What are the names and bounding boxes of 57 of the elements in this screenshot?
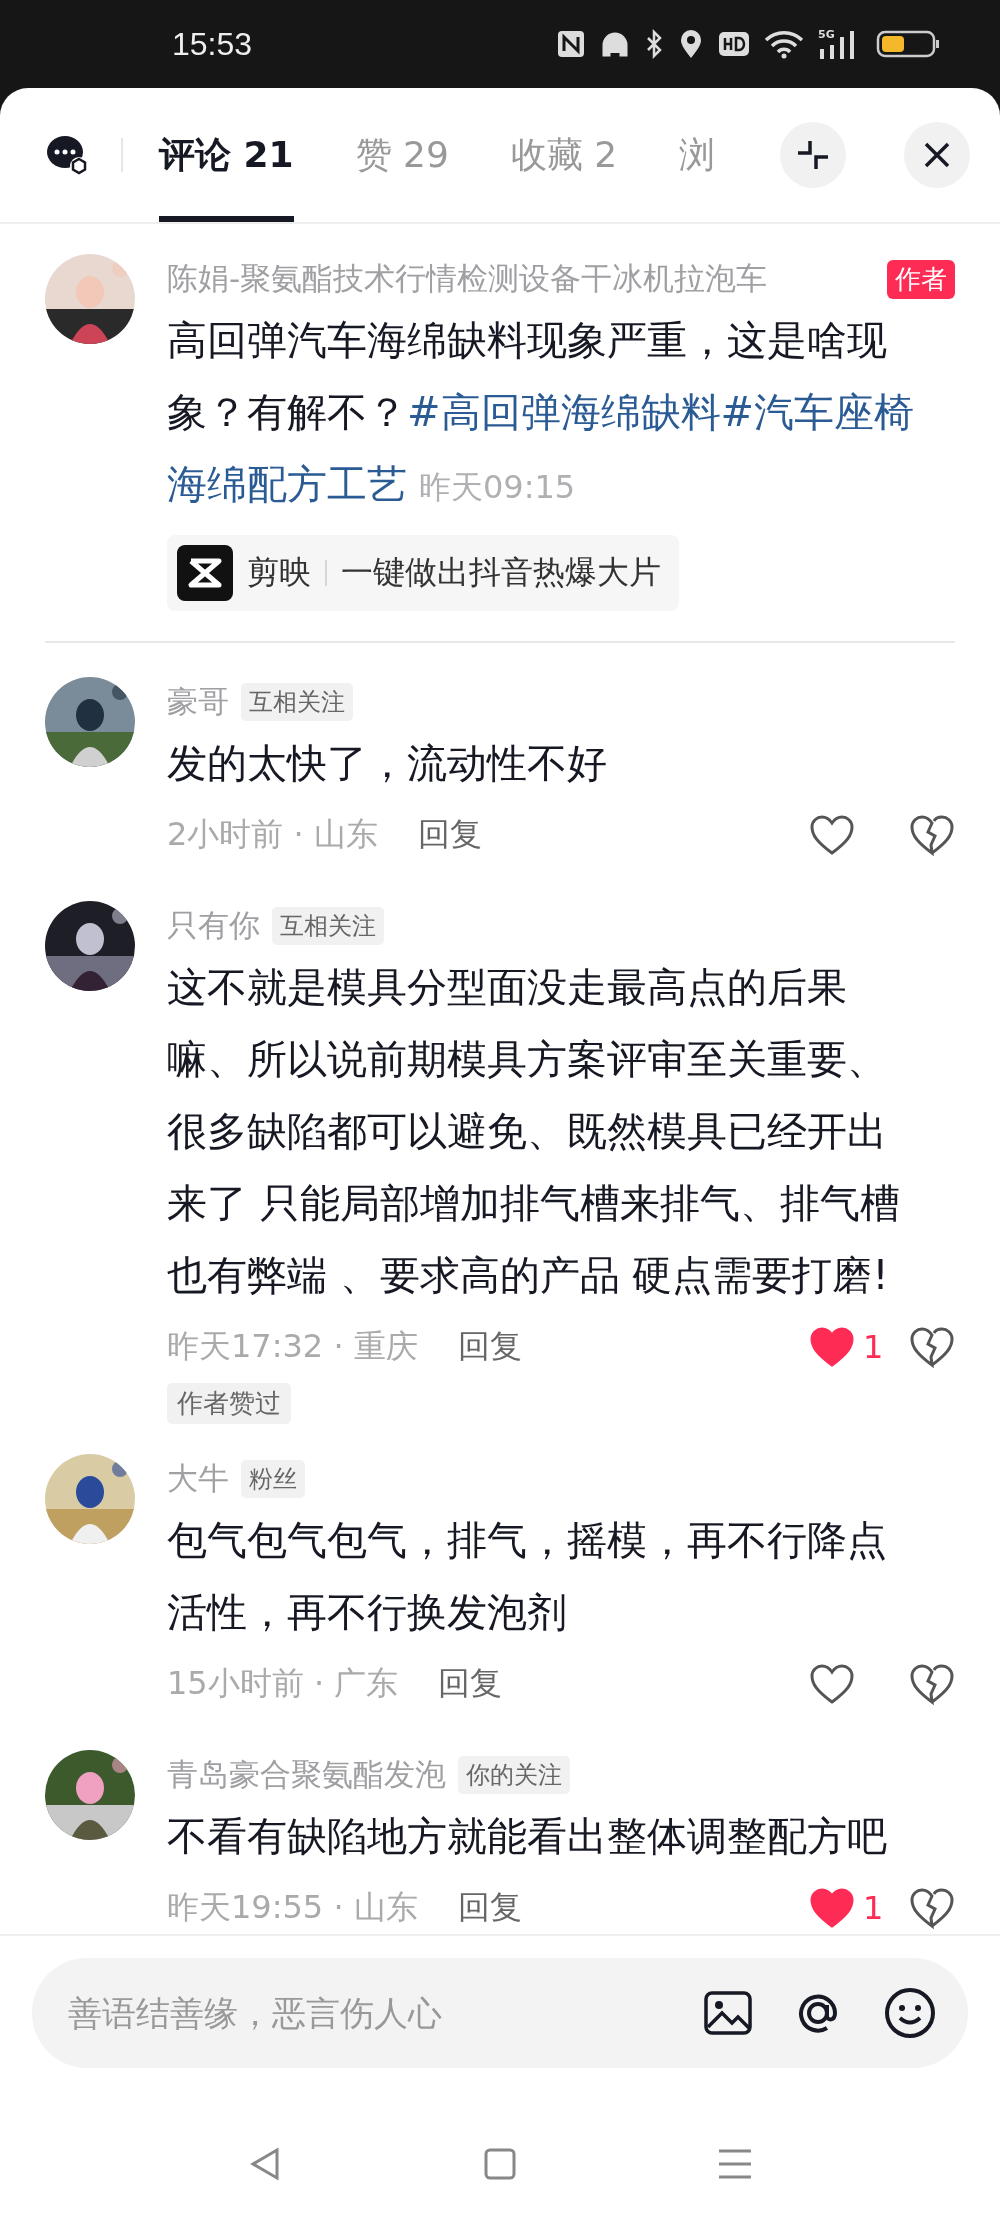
comment-meta: 昨天19:55 · 山东	[167, 1887, 418, 1928]
reply-link[interactable]: 回复	[417, 813, 482, 857]
author-name[interactable]: 陈娟-聚氨酯技术行情检测设备干冰机拉泡车	[167, 258, 768, 300]
location-icon	[678, 28, 704, 60]
clock: 15:53	[172, 25, 253, 63]
broken-heart-icon[interactable]	[909, 1887, 955, 1929]
battery-icon	[876, 29, 940, 59]
broken-heart-icon[interactable]	[909, 1663, 955, 1705]
comment-meta: 15小时前 · 广东	[167, 1663, 399, 1704]
app-logo-icon	[177, 545, 233, 601]
post-time: 昨天09:15	[419, 468, 576, 506]
home-icon[interactable]	[483, 2147, 517, 2181]
heart-icon[interactable]	[809, 1326, 855, 1368]
app-promo-pill[interactable]: 剪映 一键做出抖音热爆大片	[167, 535, 679, 611]
tab[interactable]: 评论 21	[159, 88, 294, 222]
commenter-name[interactable]: 大牛	[167, 1458, 229, 1500]
reply-link[interactable]: 回复	[457, 1886, 522, 1930]
relation-tag: 互相关注	[272, 907, 384, 945]
hd-icon	[718, 30, 750, 58]
network-label: 5G	[818, 28, 835, 41]
tab[interactable]: 收藏 2	[510, 88, 618, 222]
heart-icon[interactable]	[809, 1663, 855, 1705]
commenter-name[interactable]: 青岛豪合聚氨酯发泡	[167, 1754, 446, 1796]
app-slogan: 一键做出抖音热爆大片	[341, 552, 661, 593]
comment-meta: 昨天17:32 · 重庆	[167, 1326, 418, 1367]
comment-text: 包气包气包气，排气，摇模，再不行降点活性，再不行换发泡剂	[167, 1516, 888, 1637]
comment-text: 发的太快了，流动性不好	[167, 739, 608, 788]
comment-text: 这不就是模具分型面没走最高点的后果嘛、所以说前期模具方案评审至关重要、很多缺陷都可以避免、既然模具已经开出来了 只能局部增加排气槽来排气、排气槽也有弊端 、要求高的产品 硬点需要打磨!	[167, 963, 901, 1300]
nfc-icon	[556, 29, 586, 59]
app-name: 剪映	[247, 552, 311, 593]
author-liked-badge: 作者赞过	[167, 1383, 291, 1424]
comment-meta: 2小时前 · 山东	[167, 814, 378, 855]
author-badge: 作者	[887, 259, 955, 299]
reply-link[interactable]: 回复	[438, 1662, 503, 1706]
reply-link[interactable]: 回复	[457, 1325, 522, 1369]
post-text: 高回弹汽车海绵缺料现象严重，这是啥现象？有解不？#高回弹海绵缺料#汽车座椅海绵配方工艺 昨天09:15	[167, 316, 916, 509]
tab[interactable]: 浏	[679, 88, 716, 222]
close-icon	[923, 141, 951, 169]
comment-text: 不看有缺陷地方就能看出整体调整配方吧	[167, 1812, 888, 1861]
heart-icon[interactable]	[809, 814, 855, 856]
relation-tag: 你的关注	[458, 1756, 570, 1794]
menu-icon[interactable]	[717, 2147, 753, 2181]
commenter-name[interactable]: 只有你	[167, 905, 260, 947]
relation-tag: 互相关注	[241, 683, 353, 721]
collapse-icon	[796, 138, 830, 172]
like-count: 1	[863, 1889, 884, 1927]
wifi-icon	[764, 29, 804, 59]
emoji-icon[interactable]	[882, 1985, 938, 2041]
like-count: 1	[863, 1328, 884, 1366]
broken-heart-icon[interactable]	[909, 814, 955, 856]
commenter-name[interactable]: 豪哥	[167, 681, 229, 723]
comment-input[interactable]: 善语结善缘，恶言伤人心	[66, 1992, 666, 2034]
broken-heart-icon[interactable]	[909, 1326, 955, 1368]
tab[interactable]: 赞 29	[355, 88, 449, 222]
bluetooth-icon	[644, 29, 664, 59]
heart-icon[interactable]	[809, 1887, 855, 1929]
relation-tag: 粉丝	[241, 1460, 305, 1498]
